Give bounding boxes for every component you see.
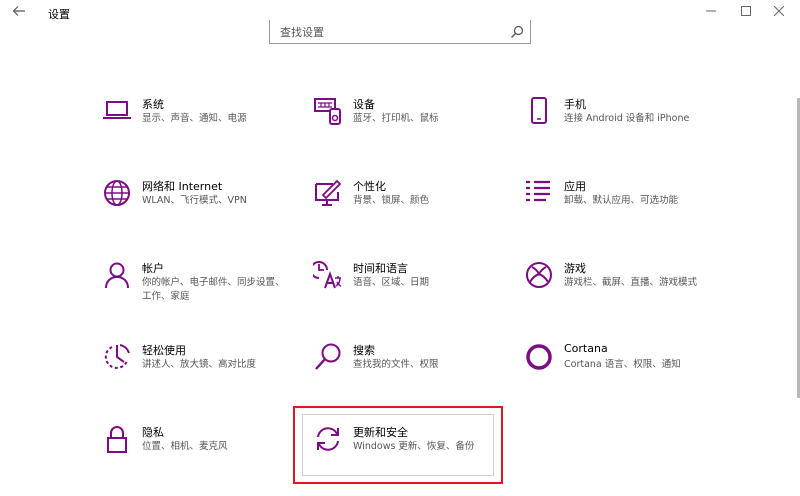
tile-description: 卸载、默认应用、可选功能 xyxy=(564,195,679,206)
tile-title: 帐户 xyxy=(142,262,164,275)
settings-tile-search[interactable]: 搜索 查找我的文件、权限 xyxy=(313,342,513,402)
back-arrow-icon[interactable] xyxy=(10,4,28,22)
settings-tile-devices[interactable]: 设备 蓝牙、打印机、鼠标 xyxy=(313,96,513,156)
update-icon xyxy=(313,424,343,454)
settings-tile-cortana[interactable]: Cortana Cortana 语言、权限、通知 xyxy=(524,342,724,402)
tile-description: 蓝牙、打印机、鼠标 xyxy=(353,113,439,124)
xbox-icon xyxy=(524,260,554,290)
tile-description: 你的帐户、电子邮件、同步设置、工作、家庭 xyxy=(142,277,285,302)
time-language-icon xyxy=(310,260,343,290)
tile-title: 应用 xyxy=(564,180,586,193)
apps-icon xyxy=(524,178,554,208)
settings-tile-network[interactable]: 网络和 Internet WLAN、飞行模式、VPN xyxy=(102,178,302,238)
tile-title: 系统 xyxy=(142,98,164,111)
tile-description: 语音、区域、日期 xyxy=(353,277,430,288)
settings-tile-update-security[interactable]: 更新和安全 Windows 更新、恢复、备份 xyxy=(313,424,513,484)
maximize-icon[interactable] xyxy=(735,3,757,21)
search-input[interactable] xyxy=(278,23,507,41)
settings-tile-privacy[interactable]: 隐私 位置、相机、麦克风 xyxy=(102,424,302,484)
settings-tile-phone[interactable]: 手机 连接 Android 设备和 iPhone xyxy=(524,96,724,156)
tile-description: 查找我的文件、权限 xyxy=(353,359,439,370)
close-icon[interactable] xyxy=(768,3,790,21)
tile-description: 讲述人、放大镜、高对比度 xyxy=(142,359,257,370)
tile-description: WLAN、飞行模式、VPN xyxy=(142,195,247,206)
tile-title: 游戏 xyxy=(564,262,586,275)
tile-title: 轻松使用 xyxy=(142,344,186,357)
magnifier-icon[interactable] xyxy=(510,24,524,38)
tile-description: Windows 更新、恢复、备份 xyxy=(353,441,475,452)
tile-title: 个性化 xyxy=(353,180,386,193)
tile-description: 显示、声音、通知、电源 xyxy=(142,113,247,124)
tile-description: Cortana 语言、权限、通知 xyxy=(564,359,681,370)
tile-title: 搜索 xyxy=(353,344,375,357)
devices-icon xyxy=(313,96,343,126)
phone-icon xyxy=(524,96,554,126)
tile-description: 背景、锁屏、颜色 xyxy=(353,195,430,206)
lock-icon xyxy=(102,424,132,454)
settings-tile-system[interactable]: 系统 显示、声音、通知、电源 xyxy=(102,96,302,156)
tile-title: 网络和 Internet xyxy=(142,180,223,193)
personalization-icon xyxy=(313,178,343,208)
search-box[interactable] xyxy=(269,20,531,44)
tile-title: 设备 xyxy=(353,98,375,111)
settings-tile-accounts[interactable]: 帐户 你的帐户、电子邮件、同步设置、工作、家庭 xyxy=(102,260,302,320)
minimize-icon[interactable] xyxy=(700,3,722,21)
settings-tile-ease-of-access[interactable]: 轻松使用 讲述人、放大镜、高对比度 xyxy=(102,342,302,402)
laptop-icon xyxy=(102,96,132,126)
settings-tile-gaming[interactable]: 游戏 游戏栏、截屏、直播、游戏模式 xyxy=(524,260,724,320)
globe-icon xyxy=(102,178,132,208)
tile-description: 连接 Android 设备和 iPhone xyxy=(564,113,690,124)
tile-description: 游戏栏、截屏、直播、游戏模式 xyxy=(564,277,698,288)
cortana-icon xyxy=(524,342,554,372)
tile-title: 更新和安全 xyxy=(353,426,408,439)
settings-tile-personalization[interactable]: 个性化 背景、锁屏、颜色 xyxy=(313,178,513,238)
ease-of-access-icon xyxy=(102,342,132,372)
settings-tile-apps[interactable]: 应用 卸载、默认应用、可选功能 xyxy=(524,178,724,238)
tile-title: Cortana xyxy=(564,342,608,355)
search-icon xyxy=(313,342,343,372)
settings-tile-time-language[interactable]: 时间和语言 语音、区域、日期 xyxy=(310,260,513,320)
tile-description: 位置、相机、麦克风 xyxy=(142,441,228,452)
person-icon xyxy=(102,260,132,290)
tile-title: 手机 xyxy=(564,98,586,111)
window-title: 设置 xyxy=(48,8,70,21)
tile-title: 时间和语言 xyxy=(353,262,408,275)
tile-title: 隐私 xyxy=(142,426,164,439)
